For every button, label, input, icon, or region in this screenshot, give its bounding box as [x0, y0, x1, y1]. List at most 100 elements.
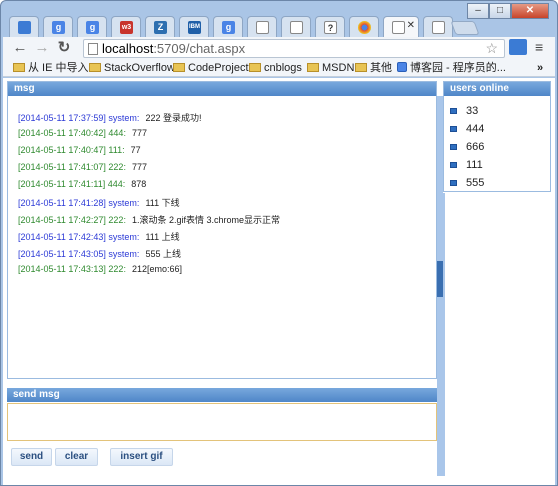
browser-window: – □ ✕ g g w3 Z IBM g ? ✕ ← → ↻ localhost… [0, 0, 558, 486]
message-text: 878 [131, 179, 147, 189]
folder-icon [355, 63, 367, 72]
ibm-icon: IBM [188, 21, 201, 34]
bookmark-item[interactable]: CodeProject [173, 61, 249, 75]
bookmark-label: CodeProject [188, 62, 249, 74]
page-bottom [3, 476, 555, 484]
tab-6[interactable]: g [213, 16, 243, 37]
user-item[interactable]: 33 [450, 102, 484, 120]
tab-10[interactable] [349, 16, 379, 37]
reload-icon[interactable]: ↻ [55, 39, 73, 57]
insert-gif-button[interactable]: insert gif [110, 448, 173, 466]
message-log[interactable]: [2014-05-11 17:37:59] system: 222 登录成功! [… [8, 97, 436, 378]
message-line: [2014-05-11 17:43:13] 222: 212[emo:66] [18, 264, 182, 274]
close-tab-icon[interactable]: ✕ [407, 20, 415, 31]
message-line: [2014-05-11 17:41:28] system: 111 下线 [18, 196, 180, 209]
bookmark-item[interactable]: StackOverflow [89, 61, 175, 75]
message-text: 777 [131, 128, 147, 138]
bookmark-item[interactable]: cnblogs [249, 61, 302, 75]
tab-3[interactable]: w3 [111, 16, 141, 37]
msg-panel-title: msg [8, 82, 436, 96]
message-time: [2014-05-11 17:37:59] [18, 113, 106, 123]
message-text: 212[emo:66] [131, 264, 182, 274]
w3-icon: w3 [120, 21, 133, 34]
user-icon [450, 126, 457, 132]
bookmark-item[interactable]: 博客园 - 程序员的... [397, 61, 506, 75]
browser-icon [18, 21, 31, 34]
bookmark-label: StackOverflow [104, 62, 175, 74]
user-name: 555 [466, 177, 485, 189]
tab-4[interactable]: Z [145, 16, 175, 37]
message-text: 777 [131, 162, 147, 172]
message-line: [2014-05-11 17:42:43] system: 111 上线 [18, 230, 180, 243]
folder-icon [89, 63, 101, 72]
bookmark-star-icon[interactable]: ☆ [485, 40, 498, 57]
maximize-button[interactable]: □ [489, 3, 511, 19]
user-name: 444 [466, 123, 485, 135]
tab-strip: g g w3 Z IBM g ? ✕ [9, 13, 479, 37]
tab-13[interactable] [423, 16, 453, 37]
send-button[interactable]: send [11, 448, 52, 466]
message-time: [2014-05-11 17:43:13] [18, 264, 106, 274]
chrome-icon [358, 21, 371, 34]
users-list: 33 444 666 111 555 [450, 102, 484, 192]
message-text: 1.滚动条 2.gif表情 3.chrome显示正常 [131, 215, 280, 225]
message-sender: 222: [108, 215, 126, 225]
message-sender: system: [108, 113, 140, 123]
message-line: [2014-05-11 17:40:47] 111: 77 [18, 145, 141, 155]
menu-icon[interactable]: ≡ [535, 39, 543, 55]
message-sender: 111: [108, 145, 125, 155]
bookmark-item[interactable]: MSDN [307, 61, 354, 75]
users-panel-border [443, 193, 445, 476]
message-time: [2014-05-11 17:40:47] [18, 145, 106, 155]
address-bar[interactable]: localhost:5709/chat.aspx ☆ [83, 39, 505, 58]
tab-5[interactable]: IBM [179, 16, 209, 37]
message-sender: 444: [107, 179, 126, 189]
new-tab-button[interactable] [450, 21, 480, 35]
tab-0[interactable] [9, 16, 39, 37]
send-panel-title: send msg [7, 388, 437, 402]
page-icon [88, 43, 98, 55]
extension-icon[interactable] [509, 39, 527, 55]
tab-9[interactable]: ? [315, 16, 345, 37]
message-text: 555 上线 [145, 249, 181, 259]
google-icon: g [86, 21, 99, 34]
bookmark-item[interactable]: 其他 [355, 61, 392, 75]
page-icon [432, 21, 445, 34]
user-icon [450, 108, 457, 114]
message-text: 77 [130, 145, 141, 155]
user-item[interactable]: 555 [450, 174, 484, 192]
message-time: [2014-05-11 17:42:43] [18, 232, 106, 242]
bookmark-item[interactable]: 从 IE 中导入 [13, 61, 89, 75]
bookmarks-overflow-icon[interactable]: » [537, 61, 543, 75]
folder-icon [307, 63, 319, 72]
message-text: 222 登录成功! [145, 113, 202, 123]
message-time: [2014-05-11 17:40:42] [18, 128, 106, 138]
tab-7[interactable] [247, 16, 277, 37]
user-item[interactable]: 111 [450, 156, 484, 174]
message-input[interactable] [7, 403, 437, 441]
url-text[interactable]: localhost:5709/chat.aspx [102, 41, 245, 56]
folder-icon [13, 63, 25, 72]
message-sender: 222: [108, 264, 126, 274]
bookmark-label: MSDN [322, 62, 355, 74]
clear-button[interactable]: clear [55, 448, 98, 466]
message-text: 111 上线 [145, 232, 180, 242]
close-window-button[interactable]: ✕ [511, 3, 549, 19]
tab-active[interactable]: ✕ [383, 16, 419, 37]
message-line: [2014-05-11 17:40:42] 444: 777 [18, 128, 147, 138]
bookmark-label: 其他 [370, 62, 392, 74]
message-line: [2014-05-11 17:43:05] system: 555 上线 [18, 247, 181, 260]
user-item[interactable]: 444 [450, 120, 484, 138]
user-item[interactable]: 666 [450, 138, 484, 156]
window-controls: – □ ✕ [467, 3, 549, 19]
message-time: [2014-05-11 17:42:27] [18, 215, 106, 225]
tab-2[interactable]: g [77, 16, 107, 37]
page-content: msg [2014-05-11 17:37:59] system: 222 登录成… [3, 78, 555, 485]
user-name: 666 [466, 141, 485, 153]
user-icon [450, 180, 457, 186]
back-arrow-icon[interactable]: ← [11, 39, 29, 57]
tab-8[interactable] [281, 16, 311, 37]
tab-1[interactable]: g [43, 16, 73, 37]
url-host: localhost [102, 41, 154, 56]
forward-arrow-icon[interactable]: → [33, 39, 51, 57]
